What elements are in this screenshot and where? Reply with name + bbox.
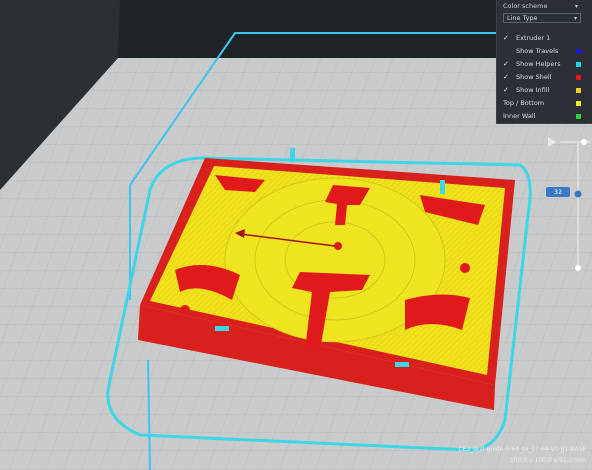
toggle-label: Show Travels [516, 47, 559, 55]
color-swatch [576, 62, 581, 67]
toggle-show-shell[interactable]: ✓ Show Shell [503, 72, 587, 83]
toggle-label: Show Infill [516, 86, 550, 94]
layer-track[interactable] [577, 142, 579, 268]
layer-min-handle[interactable] [575, 265, 581, 271]
model-dimensions: 100.0 x 100.0 x 91.2 mm [509, 457, 586, 464]
file-name: CE3_drill-guide-5-64_to_17-64-V3-JJ1-BAS… [458, 446, 586, 453]
layer-number-badge[interactable]: 32 [546, 187, 570, 197]
layer-max-handle[interactable] [574, 190, 582, 198]
toggle-show-travels[interactable]: Show Travels [503, 46, 587, 57]
chevron-down-icon: ▾ [575, 3, 579, 10]
legend-label: Inner Wall [503, 112, 536, 120]
feature-hole [460, 263, 470, 273]
color-scheme-header[interactable]: Color scheme ▾ [503, 2, 578, 11]
feature-hole [180, 305, 190, 315]
color-swatch [576, 101, 581, 106]
feature-hole [334, 242, 342, 250]
line-type-dropdown[interactable]: Line Type ▾ [503, 13, 581, 23]
line-type-value: Line Type [507, 14, 538, 22]
helper-pin [440, 180, 445, 194]
toggle-label: Show Shell [516, 73, 552, 81]
check-icon: ✓ [503, 86, 509, 94]
legend-top-bottom: Top / Bottom [503, 98, 587, 109]
check-icon: ✓ [503, 60, 509, 68]
toggle-label: Show Helpers [516, 60, 561, 68]
layer-slider[interactable] [548, 136, 592, 276]
color-swatch [576, 88, 581, 93]
check-icon: ✓ [503, 34, 509, 42]
toggle-extruder-1[interactable]: ✓ Extruder 1 [503, 33, 587, 44]
toggle-show-infill[interactable]: ✓ Show Infill [503, 85, 587, 96]
helper-pin [215, 326, 229, 331]
play-icon[interactable] [548, 137, 556, 147]
helper-pin [290, 148, 295, 162]
color-swatch [576, 75, 581, 80]
chevron-down-icon: ▾ [573, 15, 577, 22]
check-icon: ✓ [503, 73, 509, 81]
simulation-handle[interactable] [581, 139, 587, 145]
legend-inner-wall: Inner Wall [503, 111, 587, 122]
color-scheme-panel: Color scheme ▾ Line Type ▾ ✓ Extruder 1 … [496, 0, 592, 124]
toggle-show-helpers[interactable]: ✓ Show Helpers [503, 59, 587, 70]
toggle-label: Extruder 1 [516, 34, 551, 42]
legend-label: Top / Bottom [503, 99, 545, 107]
color-swatch [576, 49, 581, 54]
color-scheme-title: Color scheme [503, 2, 548, 10]
color-swatch [576, 114, 581, 119]
helper-pin [395, 362, 409, 367]
